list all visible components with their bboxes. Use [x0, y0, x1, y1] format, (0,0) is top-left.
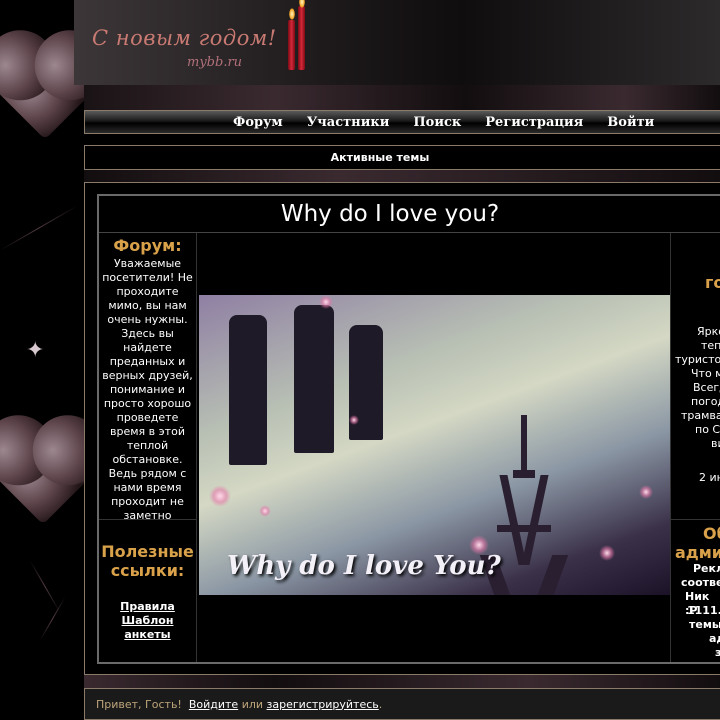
- stripe-decoration: [0, 205, 79, 251]
- right-text-line: 2 ин: [699, 471, 720, 484]
- forum-heading: Форум:: [113, 236, 182, 255]
- candle-icon: [288, 20, 295, 70]
- useful-links-list: Правила Шаблон анкеты: [99, 600, 196, 642]
- nav-login[interactable]: Войти: [595, 115, 666, 130]
- guest-welcome-bar: Привет, Гость! Войдите или зарегистрируй…: [84, 688, 720, 720]
- main-frame: Why do I love you? Форум: Уважаемые посе…: [84, 182, 720, 675]
- right-text-line: погод: [691, 395, 720, 408]
- image-caption: Why do I love You?: [227, 551, 501, 581]
- profile-template-link[interactable]: Шаблон анкеты: [99, 614, 196, 642]
- flame-icon: [289, 8, 295, 20]
- heart-decoration-icon: [0, 425, 93, 525]
- login-link[interactable]: Войдите: [189, 698, 238, 711]
- stripe-decoration: [29, 560, 61, 613]
- active-topics-bar: Активные темы: [84, 145, 720, 170]
- nav-members[interactable]: Участники: [295, 115, 402, 130]
- footer-period: .: [378, 697, 383, 711]
- announcement-title-row: Why do I love you?: [99, 196, 720, 233]
- candle-icon: [298, 6, 305, 70]
- right-info-cell: го Ярко теп туристо Что м Всегд погод тр…: [671, 233, 720, 520]
- active-topics-link[interactable]: Активные темы: [331, 151, 478, 164]
- right-text-line: теп: [701, 339, 720, 352]
- nav-search[interactable]: Поиск: [401, 115, 473, 130]
- right-heading: го: [705, 273, 720, 292]
- administration-cell: Об адми Рекл соотве Ник :Р 1111. темы ад…: [671, 520, 720, 662]
- left-column: Форум: Уважаемые посетители! Не проходит…: [99, 233, 197, 662]
- admin-text-line: 1111.: [687, 604, 720, 617]
- right-text-line: Что м: [691, 367, 720, 380]
- main-nav: Форум Участники Поиск Регистрация Войти: [84, 110, 720, 134]
- header-banner: С новым годом! mybb.ru: [74, 0, 720, 85]
- or-text: или: [241, 697, 264, 711]
- admin-heading-line: адми: [675, 543, 720, 562]
- forum-info-cell: Форум: Уважаемые посетители! Не проходит…: [99, 233, 196, 522]
- announcement-title: Why do I love you?: [280, 201, 500, 227]
- useful-links-heading: Полезные ссылки:: [101, 542, 194, 580]
- admin-heading-line: Об: [703, 524, 720, 543]
- right-text-line: трамва: [681, 409, 720, 422]
- right-column: го Ярко теп туристо Что м Всегд погод тр…: [671, 233, 720, 662]
- rules-link[interactable]: Правила: [99, 600, 196, 614]
- stripe-decoration: [39, 596, 66, 641]
- right-text-line: ви: [711, 437, 720, 450]
- register-link[interactable]: зарегистрируйтесь: [267, 698, 379, 711]
- announcement-panel: Why do I love you? Форум: Уважаемые посе…: [97, 194, 720, 664]
- admin-text-line: Рекл: [693, 562, 720, 575]
- right-text-line: Всегд: [693, 381, 720, 394]
- admin-text-line: з: [715, 646, 720, 659]
- banner-title: С новым годом!: [92, 26, 277, 50]
- banner-subtitle: mybb.ru: [187, 55, 243, 70]
- nav-register[interactable]: Регистрация: [473, 115, 595, 130]
- flame-icon: [299, 0, 305, 8]
- figure-shape: [229, 315, 267, 465]
- decorative-strip: [84, 85, 720, 110]
- decorative-strip: [84, 675, 720, 688]
- right-text-line: Ярко: [697, 325, 720, 338]
- forum-description: Уважаемые посетители! Не проходите мимо,…: [102, 257, 193, 522]
- nav-forum[interactable]: Форум: [221, 115, 295, 130]
- admin-text-line: темы: [689, 618, 720, 631]
- right-text-line: по С: [695, 423, 720, 436]
- sparkle-icon: ✦: [26, 338, 45, 363]
- paris-couple-image: Why do I love You?: [199, 295, 670, 595]
- admin-text-line: ад: [709, 632, 720, 645]
- decorative-strip: [84, 170, 720, 182]
- center-column: Why do I love You?: [197, 233, 671, 662]
- useful-links-cell: Полезные ссылки: Правила Шаблон анкеты: [99, 520, 196, 662]
- figure-shape: [294, 305, 334, 453]
- admin-text-line: соотве: [681, 576, 720, 589]
- guest-greeting: Привет, Гость!: [96, 697, 182, 711]
- right-text-line: туристо: [675, 353, 720, 366]
